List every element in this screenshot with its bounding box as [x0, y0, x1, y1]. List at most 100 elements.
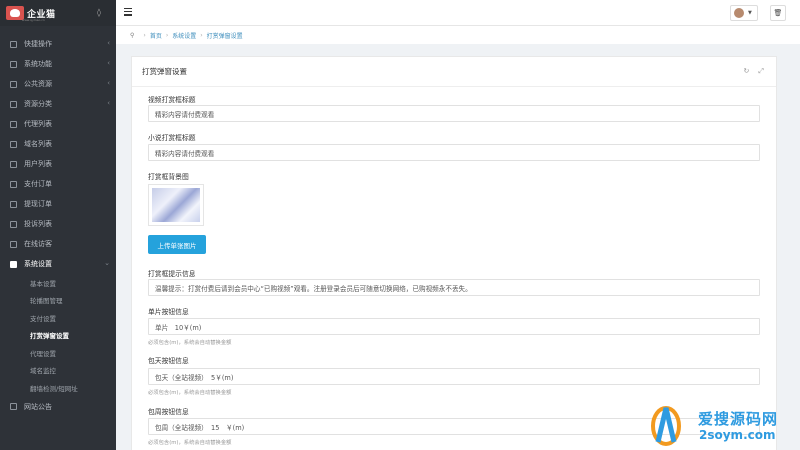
warning-icon — [10, 220, 17, 228]
globe-icon — [10, 240, 17, 248]
sidebar-item-users[interactable]: 用户列表 — [0, 154, 116, 174]
panel-header: 打赏弹窗设置 ↻ ⤢ — [132, 57, 776, 87]
sidebar-item-label: 域名列表 — [24, 140, 52, 148]
chevron-left-icon: ‹ — [107, 59, 110, 67]
upload-image-button[interactable]: 上传单张图片 — [148, 235, 206, 254]
day-help-text: 必须包含(m)，系统会自动替换金额 — [148, 390, 232, 396]
submenu-reward-popup[interactable]: 打赏弹窗设置 — [0, 327, 116, 345]
top-bar: ▼ 🗑 — [116, 0, 800, 26]
breadcrumb-separator: › — [200, 31, 203, 39]
novel-title-label: 小说打赏框标题 — [148, 134, 196, 142]
settings-submenu: 基本设置 轮播图管理 支付设置 打赏弹窗设置 代理设置 域名监控 翻墙检测/短网… — [0, 274, 116, 397]
breadcrumb-home[interactable]: 首页 — [150, 31, 162, 40]
submenu-payment-settings[interactable]: 支付设置 — [0, 309, 116, 327]
submenu-basic-settings[interactable]: 基本设置 — [0, 274, 116, 292]
chevron-left-icon: ‹ — [107, 79, 110, 87]
megaphone-icon — [10, 403, 17, 410]
globe-icon — [10, 80, 17, 88]
sidebar-item-label: 用户列表 — [24, 160, 52, 168]
sidebar-item-agents[interactable]: 代理列表 — [0, 114, 116, 134]
sidebar-item-label: 快捷操作 — [24, 40, 52, 48]
sidebar-item-withdraw-orders[interactable]: 提现订单 — [0, 194, 116, 214]
single-help-text: 必须包含(m)，系统会自动替换金额 — [148, 340, 232, 346]
chevron-down-icon: ⌄ — [104, 259, 110, 267]
list-icon — [10, 100, 17, 108]
submenu-short-url[interactable]: 翻墙检测/短网址 — [0, 379, 116, 397]
week-button-label: 包周按钮信息 — [148, 408, 189, 416]
chevron-left-icon: ‹ — [107, 99, 110, 107]
sidebar-item-label: 系统功能 — [24, 60, 52, 68]
settings-panel: 打赏弹窗设置 ↻ ⤢ 视频打赏框标题 精彩内容请付费观看 小说打赏框标题 精彩内… — [131, 56, 777, 450]
document-icon — [10, 180, 17, 188]
background-image — [152, 188, 200, 222]
breadcrumb-current: 打赏弹窗设置 — [206, 32, 243, 40]
breadcrumb-separator: › — [143, 31, 146, 39]
background-image-label: 打赏框背景图 — [148, 173, 189, 181]
watermark-url: 2soym.com — [699, 428, 776, 442]
submenu-agent-settings[interactable]: 代理设置 — [0, 344, 116, 362]
watermark-text: 爱搜源码网 — [698, 410, 779, 428]
brand-url: www.qymao.cn — [22, 18, 45, 22]
droplet-icon[interactable]: ◊ — [97, 8, 101, 17]
sidebar-item-shortcuts[interactable]: 快捷操作 ‹ — [0, 34, 116, 54]
sidebar-item-domains[interactable]: 域名列表 — [0, 134, 116, 154]
brand[interactable]: 企业猫 www.qymao.cn ◊ — [0, 0, 116, 26]
novel-title-input[interactable]: 精彩内容请付费观看 — [148, 144, 760, 161]
day-button-input[interactable]: 包天（全站视频） 5￥(m) — [148, 368, 760, 385]
single-button-input[interactable]: 单片 10￥(m) — [148, 318, 760, 335]
speed-icon — [10, 40, 17, 48]
users-icon — [10, 120, 17, 128]
watermark: 爱搜源码网 2soym.com — [642, 398, 800, 450]
sidebar-item-payment-orders[interactable]: 支付订单 — [0, 174, 116, 194]
tip-input[interactable]: 温馨提示：打赏付费后请到会员中心“已购视频”观看。注册登录会员后可随意切换网络，… — [148, 279, 760, 296]
refresh-icon[interactable]: ↻ — [744, 67, 750, 76]
video-title-input[interactable]: 精彩内容请付费观看 — [148, 105, 760, 122]
watermark-logo-icon — [651, 406, 681, 446]
panel-tools: ↻ ⤢ — [744, 67, 764, 76]
breadcrumb: ⚲ › 首页 › 系统设置 › 打赏弹窗设置 — [116, 26, 800, 44]
trash-icon: 🗑 — [773, 9, 783, 17]
tip-label: 打赏框提示信息 — [148, 270, 196, 278]
map-pin-icon: ⚲ — [130, 31, 135, 39]
document-icon — [10, 200, 17, 208]
sidebar-item-label: 在线访客 — [24, 240, 52, 248]
sidebar-item-label: 提现订单 — [24, 200, 52, 208]
submenu-carousel[interactable]: 轮播图管理 — [0, 292, 116, 310]
video-title-label: 视频打赏框标题 — [148, 96, 196, 104]
chevron-left-icon: ‹ — [107, 39, 110, 47]
avatar — [734, 8, 744, 18]
sidebar-item-online-visitors[interactable]: 在线访客 — [0, 234, 116, 254]
day-button-label: 包天按钮信息 — [148, 357, 189, 365]
single-button-label: 单片按钮信息 — [148, 308, 189, 316]
gear-icon — [10, 260, 17, 268]
user-icon — [10, 160, 17, 168]
sidebar-item-label: 投诉列表 — [24, 220, 52, 228]
background-image-preview[interactable] — [148, 184, 204, 226]
sidebar-item-system-functions[interactable]: 系统功能 ‹ — [0, 54, 116, 74]
sidebar-item-label: 支付订单 — [24, 180, 52, 188]
breadcrumb-section[interactable]: 系统设置 — [172, 31, 196, 40]
sidebar-item-system-settings[interactable]: 系统设置 ⌄ — [0, 254, 116, 274]
menu-toggle-icon[interactable] — [124, 8, 132, 16]
sidebar-item-label: 网站公告 — [24, 402, 52, 411]
scrollbar[interactable] — [793, 44, 800, 450]
breadcrumb-separator: › — [165, 31, 169, 39]
link-icon — [10, 140, 17, 148]
caret-down-icon: ▼ — [748, 10, 752, 16]
sidebar-item-resource-categories[interactable]: 资源分类 ‹ — [0, 94, 116, 114]
sidebar-item-label: 代理列表 — [24, 120, 52, 128]
sidebar-item-public-resources[interactable]: 公共资源 ‹ — [0, 74, 116, 94]
user-menu-button[interactable]: ▼ — [730, 5, 758, 21]
sidebar-nav: 快捷操作 ‹ 系统功能 ‹ 公共资源 ‹ 资源分类 ‹ 代理列表 域名列表 用户列表 支… — [0, 34, 116, 274]
submenu-domain-monitor[interactable]: 域名监控 — [0, 362, 116, 380]
week-help-text: 必须包含(m)，系统会自动替换金额 — [148, 440, 232, 446]
sidebar-item-label: 资源分类 — [24, 100, 52, 108]
sidebar: 企业猫 www.qymao.cn ◊ 快捷操作 ‹ 系统功能 ‹ 公共资源 ‹ 资源分… — [0, 0, 116, 450]
wrench-icon — [10, 60, 17, 68]
sidebar-item-announcements[interactable]: 网站公告 — [0, 397, 116, 417]
clear-cache-button[interactable]: 🗑 — [770, 5, 786, 21]
expand-icon[interactable]: ⤢ — [758, 67, 764, 76]
sidebar-item-label: 系统设置 — [24, 260, 52, 268]
sidebar-item-complaints[interactable]: 投诉列表 — [0, 214, 116, 234]
sidebar-nav-bottom: 网站公告 — [0, 397, 116, 417]
